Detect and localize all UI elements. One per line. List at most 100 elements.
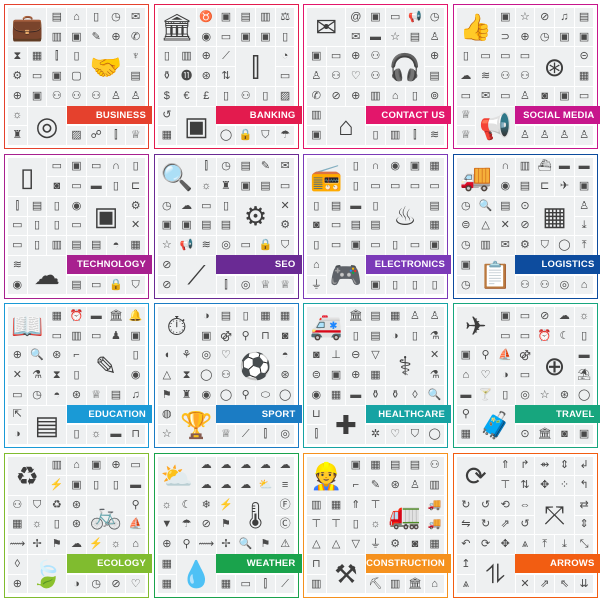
technology-icon: ▭ xyxy=(8,216,27,236)
contact-us-icon: ▣ xyxy=(307,126,326,145)
icon-panel-technology: ▯ ▣ ☁ ▭ ▣ ▭ ∩ ▯ ◙ ▭ ▬ ▯ ⊏ ⫿ ▤ ▯ ◉ ⚙ ▭ ▯ ▯ ▭ ✕ ▭ ▯ ▥ ▤ ▤ ◓ ▦ ≋ ◉ ▤ ▭ 🔒 ⛉ TECH… xyxy=(4,153,152,299)
arrows-featured-icon: ⤧ xyxy=(535,495,574,535)
ecology-icon: ⚇ xyxy=(8,495,27,515)
arrows-icon: ↰ xyxy=(574,476,594,495)
weather-icon: ☁ xyxy=(196,476,216,495)
education-icon: ▭ xyxy=(47,326,67,346)
healthcare-featured-icon: ⚕ xyxy=(385,346,425,385)
social-media-icon: ▭ xyxy=(495,86,515,106)
weather-icon: ⫿ xyxy=(256,574,275,594)
seo-featured-icon: 🔍 xyxy=(157,157,196,196)
education-icon: ♕ xyxy=(86,385,106,405)
seo-icon: ⊘ xyxy=(157,275,177,295)
logistics-icon: ▤ xyxy=(515,177,535,196)
electronics-icon: ▣ xyxy=(366,275,385,295)
education-icon: ⊛ xyxy=(67,385,86,405)
category-label-contact-us: CONTACT US xyxy=(365,105,451,125)
contact-us-icon: ▥ xyxy=(366,86,385,106)
construction-icon: ⊛ xyxy=(385,476,405,495)
banking-icon: ⚖ xyxy=(275,8,295,27)
construction-icon: ▦ xyxy=(326,495,346,515)
social-media-icon: ▣ xyxy=(574,27,594,47)
travel-icon: ▬ xyxy=(456,385,476,405)
electronics-icon: ▬ xyxy=(346,196,366,216)
seo-icon: ▣ xyxy=(236,177,256,196)
banking-icon: ▣ xyxy=(256,27,275,47)
business-icon: ✆ xyxy=(126,27,145,47)
icon-grid: 🚚 ▦ 📋 ∩ ▥ ⛴ ▬ ▬ ◉ ▤ ⊏ ✈ ▣ ◷ 🔍 ▤ ⊙ ♙ ⊜ △ ✕ ⊘ ⤓ ◷ ▥ ✉ ⚙ ⛉ ◯ ⤒ ▣ ◷ ⚇ ⚇ ◎ ⌂ xyxy=(456,157,594,295)
healthcare-icon: ⊥ xyxy=(326,346,346,366)
weather-icon: ▭ xyxy=(236,574,256,594)
weather-icon: ☁ xyxy=(256,456,275,476)
construction-icon: ▥ xyxy=(385,574,405,594)
business-icon: ▦ xyxy=(27,47,47,67)
sport-icon: ◯ xyxy=(275,385,295,405)
sport-icon: ⧗ xyxy=(177,366,196,385)
construction-icon: ⇑ xyxy=(346,495,366,515)
icon-grid: 👍 ⊛ 📢 ▣ ☆ ⊘ ♫ ▤ ⊃ ⊕ ◷ ▣ ▣ ▯ ▭ ▭ ▭ ⊝ ☁ ≋ ⚇ ⚇ ▦ ▭ ✉ ▭ ♙ ◙ ▣ ▭ ♕ ♕ ♙ ♙ ♙ ♙ xyxy=(456,8,594,145)
category-label-weather: WEATHER xyxy=(216,554,302,573)
electronics-icon: ⌂ xyxy=(307,256,326,275)
ecology-icon: ⛉ xyxy=(27,495,47,515)
healthcare-icon: ⚱ xyxy=(385,385,405,405)
contact-us-icon: ♙ xyxy=(425,27,444,47)
logistics-icon: ⛉ xyxy=(535,236,555,256)
business-featured-icon: 💼 xyxy=(8,8,47,47)
technology-icon: ≋ xyxy=(8,256,27,275)
contact-us-icon: ⊚ xyxy=(425,86,444,106)
technology-icon: ◓ xyxy=(106,236,126,256)
travel-icon: 🍸 xyxy=(476,385,495,405)
logistics-icon: ⚇ xyxy=(515,275,535,295)
electronics-featured-icon: 🎮 xyxy=(326,256,366,295)
social-media-icon: ◙ xyxy=(535,86,555,106)
contact-us-icon: ≋ xyxy=(425,126,444,145)
banking-icon: ⟋ xyxy=(216,47,236,67)
arrows-featured-icon: ⟳ xyxy=(456,456,495,495)
construction-icon: ⛏ xyxy=(366,574,385,594)
construction-icon: 🏛 xyxy=(405,574,425,594)
icon-panel-ecology: ♻ 🚲 🍃 ▥ ⌂ ▣ ⊕ ▭ ⚡ ▣ ▯ ▯ ▬ ⚇ ⛉ ♻ ⊛ ⚲ ▦ ☼ ▯ ⊛ ⛵ ⟿ ✢ ⚑ ☁ ⚡ ☼ ⌂ ◊ ⊕ ◑ ◷ ⊘ ♡ ECOL… xyxy=(4,452,152,598)
ecology-featured-icon: ♻ xyxy=(8,456,47,495)
sport-icon: ◓ xyxy=(275,346,295,366)
sport-featured-icon: 🏆 xyxy=(177,405,216,444)
social-media-icon: ☁ xyxy=(456,67,476,86)
banking-icon: ↺ xyxy=(157,106,177,126)
logistics-featured-icon: 🚚 xyxy=(456,157,495,196)
arrows-icon: ✥ xyxy=(535,476,555,495)
arrows-icon: ⇔ xyxy=(515,495,535,515)
business-icon: ⊕ xyxy=(8,86,27,106)
social-media-icon: ⚇ xyxy=(495,67,515,86)
seo-icon: ☁ xyxy=(177,196,196,216)
business-icon: ⚙ xyxy=(8,67,27,86)
banking-icon: ⓫ xyxy=(177,67,196,86)
ecology-icon: ◷ xyxy=(86,574,106,594)
sport-icon: ◯ xyxy=(196,366,216,385)
technology-icon: ▥ xyxy=(47,236,67,256)
arrows-icon: ⇖ xyxy=(555,574,574,594)
construction-icon: ⏚ xyxy=(366,535,385,555)
electronics-icon: ▤ xyxy=(366,216,385,236)
seo-featured-icon: ⚙ xyxy=(236,196,275,236)
healthcare-icon: ⊔ xyxy=(307,405,326,425)
seo-icon: ≋ xyxy=(196,236,216,256)
healthcare-icon: ▦ xyxy=(366,366,385,385)
icon-panel-weather: ⛅ 🌡 💧 ☁ ☁ ☁ ☁ ☁ ☁ ☁ ☁ ⛅ ≡ ☼ ☾ ❄ ⚡ Ⓕ ▼ ☂ ⊘ ⚑ Ⓒ ⊕ ⚲ ⟿ ✢ 🔍 ⚑ ⚠ ▦ ▦ ▦ ▭ ⫿ ⟋ WEAT… xyxy=(153,452,302,598)
seo-icon: 🔒 xyxy=(256,236,275,256)
travel-icon: ⛵ xyxy=(495,346,515,366)
seo-icon: ◷ xyxy=(157,196,177,216)
construction-icon: ☼ xyxy=(366,515,385,535)
electronics-icon: ▯ xyxy=(346,157,366,177)
weather-icon: ⊕ xyxy=(157,535,177,555)
arrows-icon: ⇴ xyxy=(535,456,555,476)
construction-icon: ▦ xyxy=(366,456,385,476)
arrows-icon: ⇅ xyxy=(515,476,535,495)
technology-icon: ▬ xyxy=(86,177,106,196)
icon-grid: 👷 🚛 ⚒ ▣ ▦ ▤ ▤ ⚇ ⌐ ✎ ⊛ ♙ ▥ ▥ ▦ ⇑ ⊤ 🚚 ⊤ ⊤ ▯ ☼ 🚚 △ △ ▽ ⏚ ⚙ ◙ ▦ ⊓ ▥ ⛏ ▥ 🏛 ⌂ xyxy=(307,456,444,594)
weather-icon: 🔍 xyxy=(236,535,256,555)
weather-icon: ☁ xyxy=(216,456,236,476)
construction-icon: ⊤ xyxy=(307,515,326,535)
icon-grid: ⏱ ⚽ 🏆 ◑ ▤ ▯ ▦ ▦ ▣ ⚣ ⚲ ⊓ ◙ ◖ ⚘ ◎ ♡ ◓ △ ⧗ ◯ ⚇ ⊛ ⚑ ♜ ◉ ◯ ⚲ ⬭ ◯ ◍ ☆ ♕ ⟋ ⫿ ◎ xyxy=(157,307,295,444)
technology-icon: ▤ xyxy=(67,236,86,256)
technology-icon: ⛉ xyxy=(126,275,145,295)
sport-icon: ⟋ xyxy=(236,425,256,444)
